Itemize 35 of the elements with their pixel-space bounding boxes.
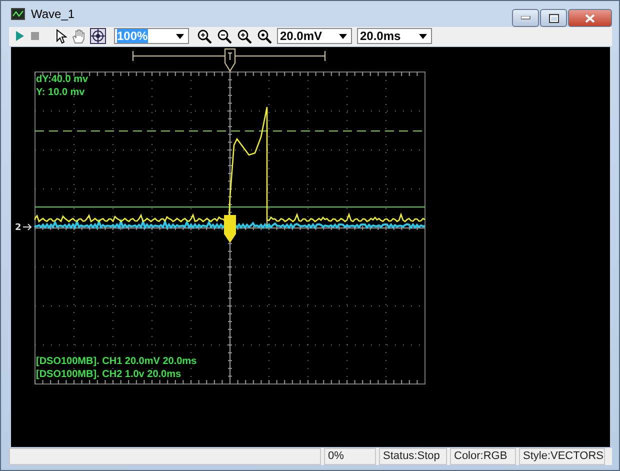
pointer-icon[interactable] <box>56 28 67 44</box>
cursor-readout: Y: 10.0 mv <box>36 86 85 98</box>
trigger-marker-icon[interactable] <box>224 214 236 243</box>
maximize-icon <box>548 14 558 22</box>
waveform-icon <box>11 8 25 20</box>
time-dropdown[interactable]: 20.0ms <box>357 28 432 44</box>
status-panel: Status:Stop <box>379 448 447 465</box>
close-icon <box>585 14 595 22</box>
trigger-position-icon[interactable] <box>224 48 236 72</box>
minimize-button[interactable] <box>512 9 539 27</box>
caret-icon <box>176 34 184 39</box>
channel-marker: 2 <box>15 222 22 233</box>
target-icon[interactable] <box>90 28 106 44</box>
channel-info: [DSO100MB]. CH2 1.0v 20.0ms <box>36 368 182 380</box>
status-panel: 0% <box>324 448 376 465</box>
arrow-icon <box>22 223 32 230</box>
zoom-out-icon[interactable] <box>217 28 232 44</box>
zoom-in-icon[interactable] <box>197 28 212 44</box>
play-icon[interactable] <box>15 30 25 42</box>
maximize-button[interactable] <box>540 9 567 27</box>
window-title: Wave_1 <box>31 7 75 21</box>
volts-dropdown[interactable]: 20.0mV <box>277 28 352 44</box>
cursor-line[interactable] <box>34 206 426 208</box>
close-button[interactable] <box>568 9 612 27</box>
status-panel: Color:RGB <box>450 448 516 465</box>
zoom-icon[interactable] <box>257 28 272 44</box>
caret-icon <box>339 34 347 39</box>
minimize-icon <box>520 16 530 20</box>
hand-icon[interactable] <box>72 28 85 44</box>
zoom-in-icon[interactable] <box>237 28 252 44</box>
channel-info: [DSO100MB]. CH1 20.0mV 20.0ms <box>36 356 197 367</box>
cursor-readout: dY:40.0 mv <box>36 74 88 85</box>
status-panel: Style:VECTORS <box>519 448 605 465</box>
caret-icon <box>419 34 427 39</box>
time-range-bracket[interactable] <box>132 50 326 62</box>
